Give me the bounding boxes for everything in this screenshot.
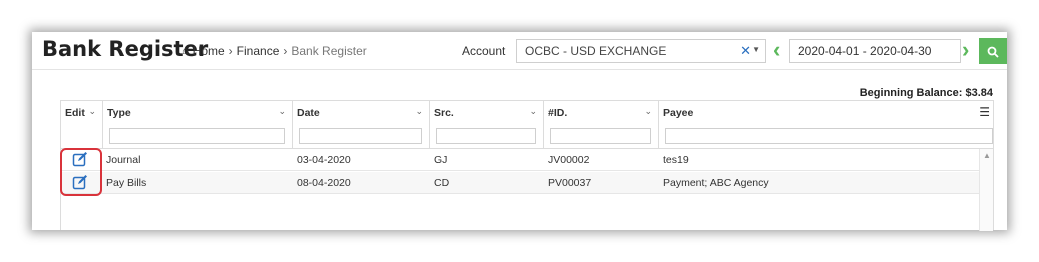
account-select-value: OCBC - USD EXCHANGE bbox=[525, 44, 667, 58]
hamburger-icon[interactable]: ☰ bbox=[979, 105, 990, 119]
grid-header: Edit ⌄ Type ⌄ Date ⌄ Src. ⌄ #ID. ⌄ Payee… bbox=[61, 101, 993, 149]
edit-column-highlight bbox=[60, 148, 102, 196]
chevron-left-icon: ‹ bbox=[773, 37, 781, 62]
date-range-input[interactable]: 2020-04-01 - 2020-04-30 bbox=[789, 39, 961, 63]
column-type[interactable]: Type ⌄ bbox=[103, 101, 293, 149]
column-title: Type bbox=[107, 107, 131, 119]
page-panel: Bank Register ⌂ Home › Finance › Bank Re… bbox=[32, 32, 1007, 231]
column-title: #ID. bbox=[548, 107, 568, 119]
breadcrumb-separator-icon: › bbox=[228, 44, 233, 58]
grid-scrollbar[interactable]: ▲ bbox=[979, 149, 993, 231]
account-select[interactable]: OCBC - USD EXCHANGE ✕ ▼ bbox=[516, 39, 766, 63]
id-filter-input[interactable] bbox=[550, 128, 651, 144]
column-src[interactable]: Src. ⌄ bbox=[430, 101, 544, 149]
breadcrumb-finance[interactable]: Finance bbox=[237, 44, 280, 58]
next-period-button[interactable]: › bbox=[962, 37, 976, 62]
sort-icon[interactable]: ⌄ bbox=[88, 106, 96, 117]
close-icon[interactable]: ✕ bbox=[740, 43, 751, 59]
column-edit[interactable]: Edit ⌄ bbox=[61, 101, 103, 149]
sort-icon[interactable]: ⌄ bbox=[529, 106, 537, 117]
cell-date: 03-04-2020 bbox=[297, 154, 351, 166]
sort-icon[interactable]: ⌄ bbox=[644, 106, 652, 117]
table-row[interactable]: Journal 03-04-2020 GJ JV00002 tes19 bbox=[61, 149, 979, 171]
cell-type: Journal bbox=[106, 154, 141, 166]
cell-date: 08-04-2020 bbox=[297, 177, 351, 189]
cell-payee: tes19 bbox=[663, 154, 689, 166]
breadcrumb-current: Bank Register bbox=[291, 44, 367, 58]
chevron-right-icon: › bbox=[962, 37, 970, 62]
column-title: Src. bbox=[434, 107, 454, 119]
cell-payee: Payment; ABC Agency bbox=[663, 177, 769, 189]
column-payee[interactable]: Payee ☰ bbox=[659, 101, 993, 149]
sort-icon[interactable]: ⌄ bbox=[415, 106, 423, 117]
account-label: Account bbox=[462, 44, 506, 58]
breadcrumb: ⌂ Home › Finance › Bank Register bbox=[182, 44, 367, 58]
sort-icon[interactable]: ⌄ bbox=[278, 106, 286, 117]
home-icon[interactable]: ⌂ bbox=[182, 45, 189, 57]
column-title: Date bbox=[297, 107, 320, 119]
caret-down-icon[interactable]: ▼ bbox=[752, 45, 760, 54]
column-title: Edit bbox=[65, 107, 85, 119]
search-button[interactable] bbox=[979, 38, 1007, 64]
cell-type: Pay Bills bbox=[106, 177, 147, 189]
beginning-balance: Beginning Balance: $3.84 bbox=[859, 87, 993, 99]
register-grid: Edit ⌄ Type ⌄ Date ⌄ Src. ⌄ #ID. ⌄ Payee… bbox=[60, 100, 994, 231]
column-date[interactable]: Date ⌄ bbox=[293, 101, 430, 149]
scroll-up-icon[interactable]: ▲ bbox=[983, 151, 991, 160]
src-filter-input[interactable] bbox=[436, 128, 536, 144]
cell-id: JV00002 bbox=[548, 154, 590, 166]
breadcrumb-separator-icon: › bbox=[283, 44, 288, 58]
breadcrumb-home[interactable]: Home bbox=[193, 44, 225, 58]
payee-filter-input[interactable] bbox=[665, 128, 993, 144]
page-header: Bank Register ⌂ Home › Finance › Bank Re… bbox=[32, 32, 1007, 70]
table-row[interactable]: Pay Bills 08-04-2020 CD PV00037 Payment;… bbox=[61, 172, 979, 194]
type-filter-input[interactable] bbox=[109, 128, 285, 144]
cell-src: CD bbox=[434, 177, 450, 189]
column-title: Payee bbox=[663, 107, 694, 119]
date-filter-input[interactable] bbox=[299, 128, 422, 144]
column-id[interactable]: #ID. ⌄ bbox=[544, 101, 659, 149]
cell-id: PV00037 bbox=[548, 177, 592, 189]
search-icon bbox=[987, 46, 999, 58]
prev-period-button[interactable]: ‹ bbox=[773, 37, 787, 62]
cell-src: GJ bbox=[434, 154, 448, 166]
